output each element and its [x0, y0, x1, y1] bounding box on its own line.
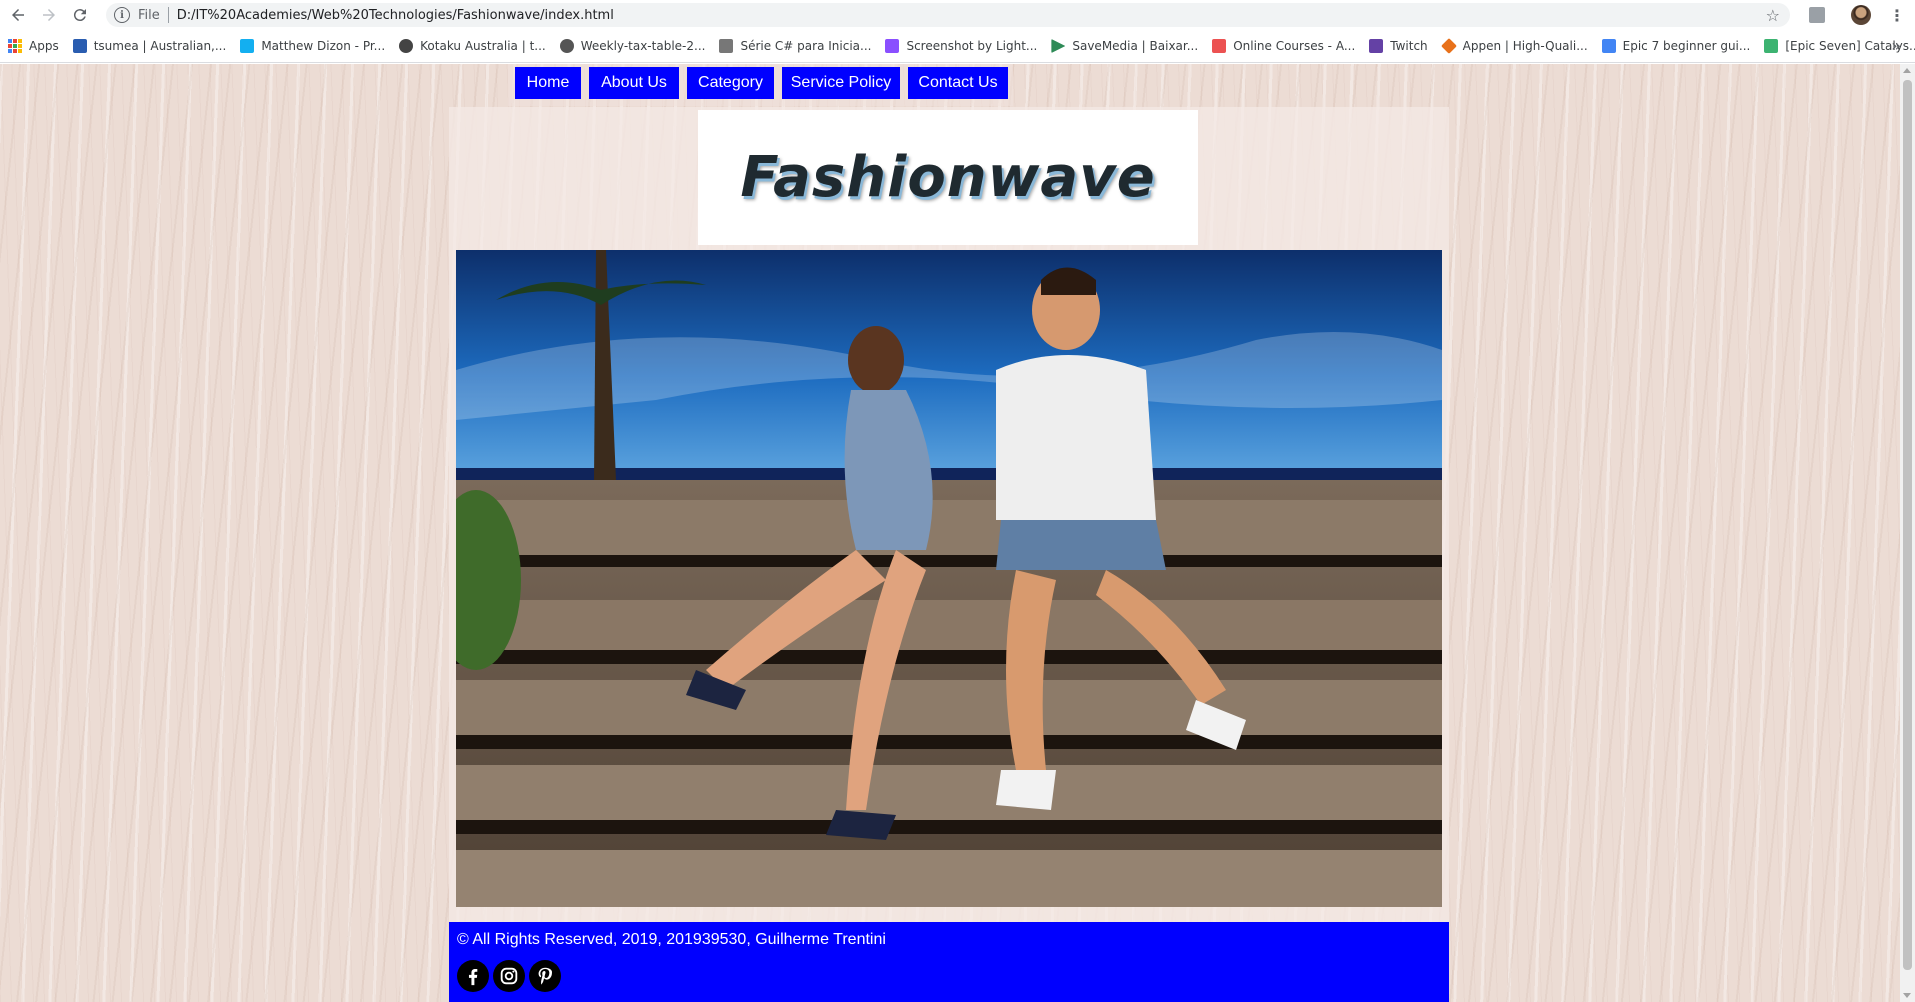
nav-about-us[interactable]: About Us — [589, 67, 679, 99]
bookmark-item[interactable]: Matthew Dizon - Pr... — [240, 39, 385, 53]
bookmark-item[interactable]: Weekly-tax-table-2... — [559, 39, 706, 53]
bookmark-label: Screenshot by Light... — [906, 39, 1038, 53]
profile-avatar[interactable] — [1850, 4, 1872, 26]
extension-button[interactable] — [1806, 4, 1828, 26]
extension-icon — [1809, 7, 1825, 23]
page-scrollbar[interactable] — [1900, 64, 1915, 1002]
browser-toolbar: i File D:/IT%20Academies/Web%20Technolog… — [0, 0, 1915, 30]
reload-icon — [73, 9, 86, 22]
site-logo: Fashionwave — [740, 145, 1156, 210]
video-icon — [719, 39, 734, 53]
bookmark-item[interactable]: Appen | High-Quali... — [1440, 38, 1588, 54]
url-scheme: File — [138, 7, 160, 23]
bookmark-label: Série C# para Inicia... — [740, 39, 872, 53]
appen-icon — [1440, 38, 1457, 54]
bookmark-label: Weekly-tax-table-2... — [580, 39, 706, 53]
tsumea-icon — [72, 39, 87, 53]
facebook-glyph — [468, 968, 478, 986]
instagram-icon[interactable] — [493, 960, 525, 992]
kotaku-icon — [399, 39, 414, 53]
lightshot-icon — [885, 39, 900, 53]
bookmark-label: Matthew Dizon - Pr... — [261, 39, 386, 53]
facebook-icon[interactable] — [457, 960, 489, 992]
avatar-icon — [1851, 5, 1871, 25]
back-button[interactable] — [5, 2, 31, 28]
bookmark-label: Online Courses - A... — [1233, 39, 1356, 53]
bookmark-item[interactable]: Online Courses - A... — [1212, 39, 1355, 53]
apps-grid-icon — [8, 39, 22, 53]
info-icon[interactable]: i — [114, 7, 130, 23]
logo-banner: Fashionwave — [698, 110, 1198, 245]
nav-category[interactable]: Category — [687, 67, 774, 99]
game-icon — [1764, 39, 1779, 53]
bookmark-label: Apps — [29, 39, 59, 53]
bookmark-item[interactable]: Screenshot by Light... — [885, 39, 1037, 53]
address-bar[interactable]: i File D:/IT%20Academies/Web%20Technolog… — [106, 3, 1790, 27]
address-separator — [167, 7, 169, 23]
pinterest-icon[interactable] — [529, 960, 561, 992]
bookmark-label: tsumea | Australian,... — [93, 39, 227, 53]
bookmark-label: Twitch — [1390, 39, 1428, 53]
content-wrapper: Fashionwave — [449, 107, 1449, 1002]
bookmark-item[interactable]: tsumea | Australian,... — [72, 39, 227, 53]
bookmark-item[interactable]: Epic 7 beginner gui... — [1601, 39, 1751, 53]
document-icon — [559, 39, 574, 53]
pinterest-glyph — [538, 967, 553, 985]
savemedia-icon — [1051, 39, 1066, 53]
scrollbar-thumb[interactable] — [1903, 80, 1912, 970]
forward-arrow-icon — [43, 9, 55, 21]
bookmark-item[interactable]: Série C# para Inicia... — [719, 39, 871, 53]
instagram-glyph — [500, 967, 518, 985]
site-footer: © All Rights Reserved, 2019, 201939530, … — [449, 922, 1449, 1002]
hero-photo-illustration — [456, 250, 1442, 907]
udemy-icon — [1212, 39, 1227, 53]
bookmark-item[interactable]: SaveMedia | Baixar... — [1051, 39, 1198, 53]
bookmark-label: Appen | High-Quali... — [1462, 39, 1588, 53]
nav-service-policy[interactable]: Service Policy — [782, 67, 900, 99]
bookmark-label: Kotaku Australia | t... — [420, 39, 546, 53]
nav-home[interactable]: Home — [515, 67, 581, 99]
reload-button[interactable] — [67, 2, 93, 28]
bookmark-star-icon[interactable]: ☆ — [1766, 6, 1780, 25]
google-docs-icon — [1601, 39, 1616, 53]
browser-menu-icon[interactable]: ⋮ — [1886, 4, 1908, 26]
nav-contact-us[interactable]: Contact Us — [908, 67, 1008, 99]
scroll-down-arrow-icon[interactable] — [1903, 993, 1911, 998]
site-navigation: Home About Us Category Service Policy Co… — [508, 64, 1013, 106]
scroll-up-arrow-icon[interactable] — [1903, 68, 1911, 73]
url-text[interactable]: D:/IT%20Academies/Web%20Technologies/Fas… — [177, 8, 614, 23]
hero-image — [456, 250, 1442, 907]
bookmark-apps[interactable]: Apps — [8, 39, 59, 53]
bookmark-item[interactable]: Twitch — [1369, 39, 1428, 53]
forward-button[interactable] — [36, 2, 62, 28]
artstation-icon — [240, 39, 255, 53]
bookmark-label: SaveMedia | Baixar... — [1072, 39, 1199, 53]
bookmark-label: Epic 7 beginner gui... — [1622, 39, 1751, 53]
back-arrow-icon — [12, 9, 24, 21]
twitch-icon — [1369, 39, 1384, 53]
page-viewport: Home About Us Category Service Policy Co… — [0, 64, 1915, 1002]
more-bookmarks-chevron-icon[interactable]: » — [1891, 36, 1901, 55]
bookmarks-bar: Apps tsumea | Australian,... Matthew Diz… — [0, 30, 1915, 63]
copyright-text: © All Rights Reserved, 2019, 201939530, … — [457, 931, 886, 948]
bookmark-item[interactable]: Kotaku Australia | t... — [399, 39, 546, 53]
